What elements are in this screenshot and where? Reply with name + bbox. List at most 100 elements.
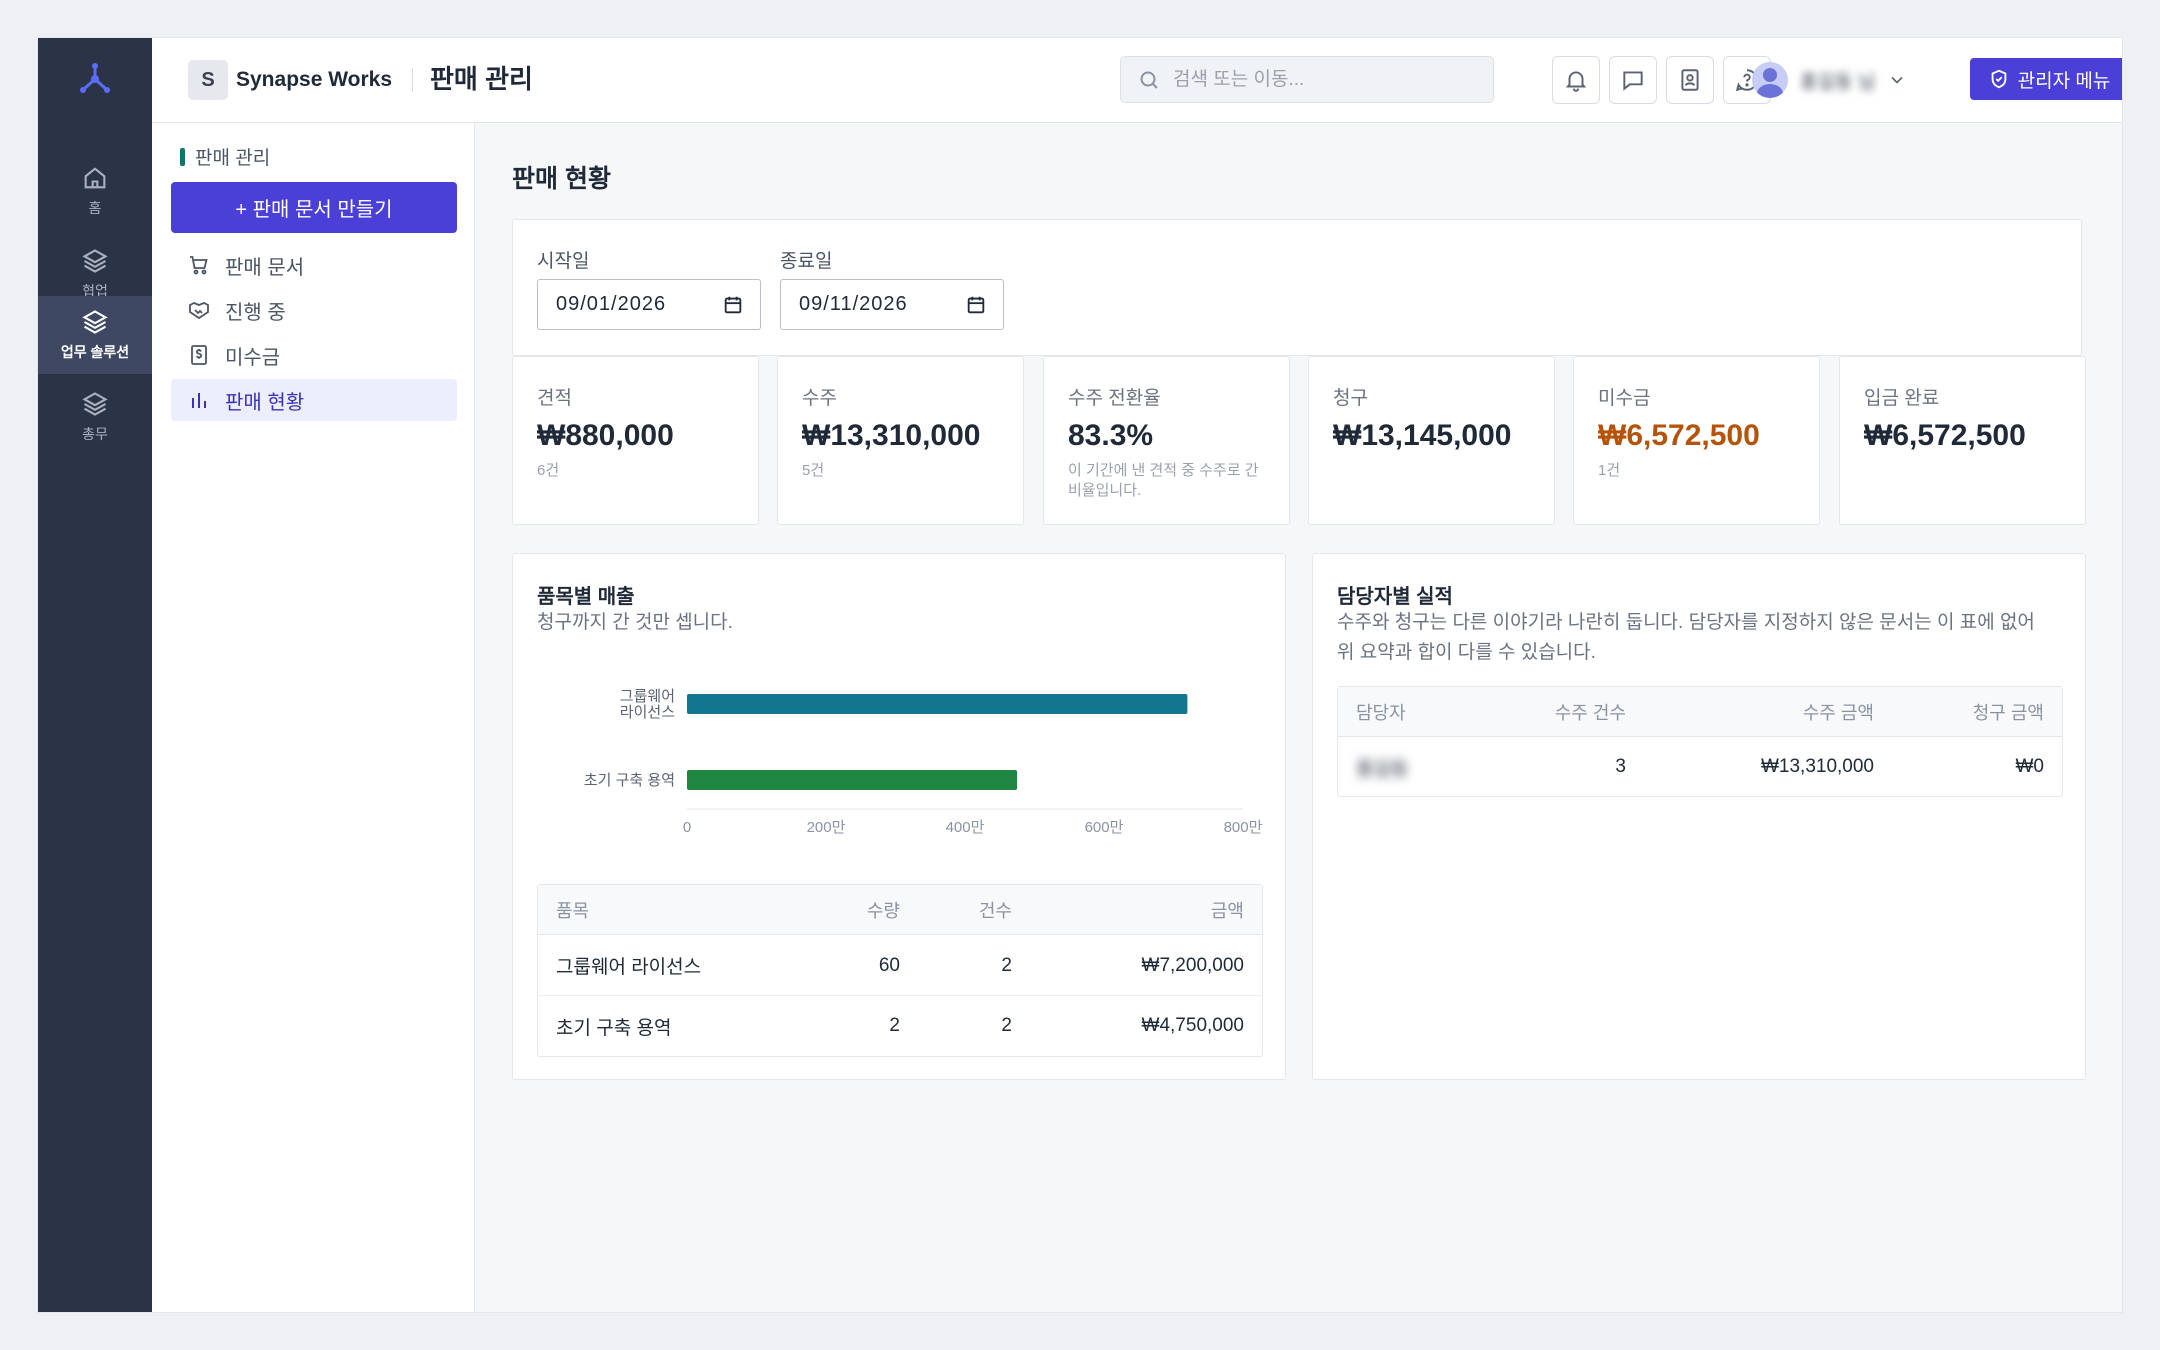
column-header: 수주 금액	[1802, 702, 1874, 723]
end-date-value: 09/11/2026	[799, 293, 908, 315]
table-row: 홍길동 3 ₩13,310,000 ₩0	[1338, 738, 2062, 796]
cell-order-count: 3	[1615, 756, 1626, 777]
end-date-label: 종료일	[780, 251, 833, 272]
cell-quantity: 2	[889, 1015, 900, 1036]
rail-item-general-affairs[interactable]: 총무	[38, 378, 152, 456]
sidebar-item-receivables[interactable]: 미수금	[171, 334, 457, 376]
rail-item-label: 홈	[88, 200, 102, 216]
column-header: 금액	[1210, 900, 1244, 921]
contacts-button[interactable]	[1666, 56, 1714, 104]
panel-desc-line: 수주와 청구는 다른 이야기라 나란히 둡니다. 담당자를 지정하지 않은 문서…	[1337, 612, 2035, 633]
cell-amount: ₩4,750,000	[1141, 1015, 1244, 1036]
sidebar-item-sales-status[interactable]: 판매 현황	[171, 379, 457, 421]
notifications-button[interactable]	[1552, 56, 1600, 104]
kpi-card-conversion: 수주 전환율 83.3% 이 기간에 낸 견적 중 수주로 간 비율입니다.	[1043, 356, 1290, 525]
sales-sidebar: 판매 관리 + 판매 문서 만들기 판매 문서 진행 중 미수금 판매 현황	[152, 123, 475, 1312]
kpi-label: 견적	[537, 388, 572, 409]
shield-check-icon	[1991, 69, 2006, 89]
cell-count: 2	[1001, 954, 1012, 976]
chevron-down-icon	[1891, 76, 1903, 84]
kpi-label: 미수금	[1598, 388, 1651, 409]
brand-name: Synapse Works	[236, 68, 393, 91]
kpi-value: 83.3%	[1068, 419, 1154, 452]
cell-count: 2	[1001, 1015, 1012, 1036]
bar-chart-icon	[192, 393, 206, 408]
x-tick-label: 800만	[1224, 819, 1263, 836]
cell-quantity: 60	[878, 954, 900, 976]
x-tick-label: 400만	[946, 819, 985, 836]
cell-billing-amount: ₩0	[2015, 756, 2045, 777]
bell-icon	[1565, 71, 1587, 92]
kpi-value: ₩13,310,000	[802, 419, 981, 452]
kpi-card-receivables: 미수금 ₩6,572,500 1건	[1573, 356, 1820, 525]
date-filter-card: 시작일 09/01/2026 종료일 09/11/2026	[512, 219, 2082, 356]
start-date-input[interactable]: 09/01/2026	[537, 279, 761, 330]
messages-button[interactable]	[1609, 56, 1657, 104]
table-header: 담당자 수주 건수 수주 금액 청구 금액	[1338, 687, 2062, 737]
app-window: 홈 협업 업무 솔루션 총무 S Synapse Works 판매 관리 검색 …	[37, 37, 2123, 1313]
cell-staff: 홍길동	[1356, 758, 1409, 780]
kpi-value: ₩6,572,500	[1864, 419, 2026, 452]
kpi-card-orders: 수주 ₩13,310,000 5건	[777, 356, 1024, 525]
sidebar-item-label: 판매 현황	[225, 391, 305, 414]
layers-icon	[82, 249, 108, 273]
panel-desc-line: 위 요약과 합이 다를 수 있습니다.	[1337, 642, 1596, 663]
bar	[687, 694, 1188, 714]
staff-performance-panel: 담당자별 실적 수주와 청구는 다른 이야기라 나란히 둡니다. 담당자를 지정…	[1312, 553, 2086, 1080]
user-name: 홍길동 님	[1800, 71, 1876, 93]
panel-title: 품목별 매출	[537, 586, 635, 608]
page-title: 판매 관리	[430, 64, 533, 94]
category-label: 라이선스	[620, 704, 675, 721]
start-date-label: 시작일	[537, 251, 590, 272]
sidebar-item-in-progress[interactable]: 진행 중	[171, 289, 457, 331]
bar	[687, 770, 1018, 790]
panel-desc: 수주와 청구는 다른 이야기라 나란히 둡니다. 담당자를 지정하지 않은 문서…	[1337, 608, 2067, 668]
search-box[interactable]	[1120, 56, 1494, 103]
search-input[interactable]	[1173, 68, 1473, 91]
rail-item-business-solution[interactable]: 업무 솔루션	[38, 296, 152, 374]
rail-item-home[interactable]: 홈	[38, 152, 152, 230]
kpi-sub: 5건	[802, 462, 825, 479]
panel-title: 담당자별 실적	[1337, 586, 1453, 608]
product-revenue-panel: 품목별 매출 청구까지 간 것만 셉니다. 그룹웨어 라이선스 초기 구축 용역 0 2…	[512, 553, 1286, 1080]
calendar-icon	[724, 296, 742, 313]
kpi-sub: 이 기간에 낸 견적 중 수주로 간 비율입니다.	[1068, 462, 1259, 499]
top-header: S Synapse Works 판매 관리 홍길동 님 관리자 메뉴	[152, 38, 2122, 123]
app-rail: 홈 협업 업무 솔루션 총무	[38, 38, 152, 1312]
column-header: 건수	[978, 900, 1012, 921]
kpi-card-billing: 청구 ₩13,145,000	[1308, 356, 1555, 525]
column-header: 품목	[556, 900, 590, 921]
x-tick-label: 0	[683, 819, 691, 836]
kpi-sub: 1건	[1598, 462, 1621, 479]
rail-item-label: 총무	[82, 426, 108, 442]
kpi-label: 입금 완료	[1864, 388, 1940, 409]
brand-badge: S	[188, 60, 228, 100]
kpi-label: 청구	[1333, 388, 1368, 409]
admin-menu-label: 관리자 메뉴	[2017, 70, 2111, 92]
staff-table: 담당자 수주 건수 수주 금액 청구 금액 홍길동 3 ₩13,310,000 …	[1337, 686, 2063, 797]
sidebar-item-label: 미수금	[225, 346, 281, 369]
calendar-icon	[967, 296, 985, 313]
cart-icon	[190, 256, 208, 275]
start-date-value: 09/01/2026	[556, 293, 667, 315]
kpi-value: ₩13,145,000	[1333, 419, 1512, 452]
layers-icon	[82, 392, 108, 416]
sidebar-item-label: 판매 문서	[225, 256, 305, 279]
sidebar-item-sales-docs[interactable]: 판매 문서	[171, 244, 457, 286]
address-book-icon	[1681, 69, 1699, 91]
create-sales-doc-button[interactable]: + 판매 문서 만들기	[171, 182, 457, 233]
sidebar-section-title: 판매 관리	[180, 143, 270, 170]
column-header: 수량	[866, 900, 900, 921]
sidebar-item-label: 진행 중	[225, 301, 286, 324]
user-menu[interactable]: 홍길동 님	[1752, 60, 1907, 100]
admin-menu-button[interactable]: 관리자 메뉴	[1970, 58, 2122, 100]
layers-icon	[82, 310, 108, 334]
kpi-value: ₩6,572,500	[1598, 419, 1760, 452]
x-tick-label: 200만	[807, 819, 846, 836]
kpi-value: ₩880,000	[537, 419, 674, 452]
table-row: 초기 구축 용역 2 2 ₩4,750,000	[538, 996, 1262, 1056]
end-date-input[interactable]: 09/11/2026	[780, 279, 1004, 330]
kpi-card-paid: 입금 완료 ₩6,572,500	[1839, 356, 2086, 525]
section-accent-bar	[180, 147, 185, 166]
main-content: 판매 현황 시작일 09/01/2026 종료일 09/11/2026 견적 ₩…	[475, 123, 2122, 1312]
